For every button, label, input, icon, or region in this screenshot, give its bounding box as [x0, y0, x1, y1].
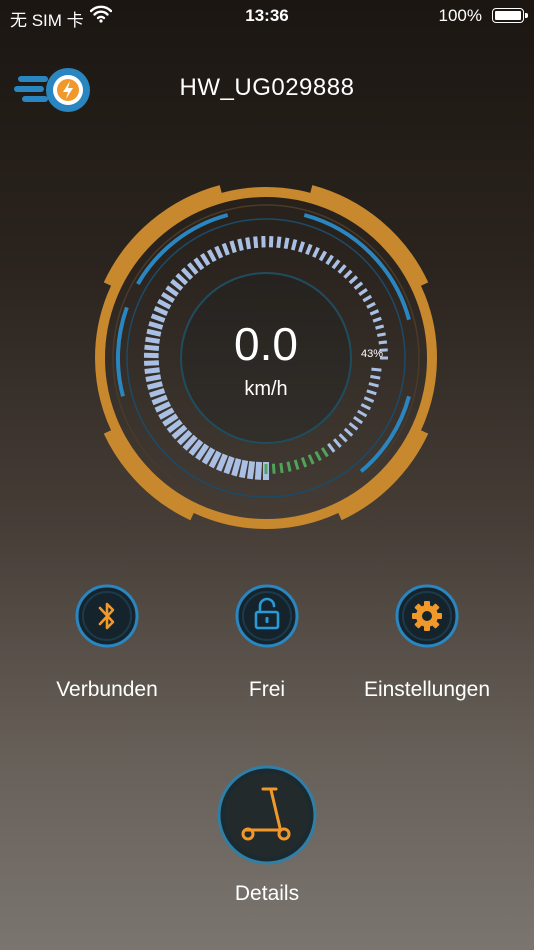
battery-segment — [332, 438, 342, 448]
speed-segment — [318, 250, 328, 262]
gear-icon[interactable] — [395, 584, 459, 648]
speed-segment — [331, 259, 341, 270]
speed-unit: km/h — [244, 378, 288, 400]
speed-segment — [231, 458, 242, 477]
speed-segment — [193, 257, 205, 271]
battery-segment — [338, 433, 348, 443]
speed-segment — [337, 264, 347, 274]
battery-segment — [353, 416, 364, 425]
details-label: Details — [234, 882, 300, 905]
speed-segment — [175, 272, 189, 286]
speed-segment — [165, 285, 179, 297]
speed-segment — [237, 238, 244, 251]
battery-percent: 100% — [438, 6, 482, 25]
battery-segment — [286, 461, 292, 472]
settings-button[interactable]: Einstellungen — [347, 584, 507, 702]
battery-segment — [360, 403, 371, 411]
speed-segment — [214, 245, 224, 259]
battery-segment — [320, 447, 329, 458]
speed-segment — [312, 246, 320, 258]
speed-segment — [239, 459, 249, 479]
speed-segment — [144, 367, 160, 375]
speed-segment — [245, 237, 252, 250]
battery-segment — [307, 454, 315, 465]
speed-segment — [268, 236, 274, 248]
speed-segment — [254, 461, 263, 480]
speed-segment — [154, 401, 172, 413]
speed-segment — [170, 278, 184, 291]
speed-segment — [353, 281, 364, 290]
battery-segment — [314, 450, 322, 462]
speed-segment — [207, 249, 217, 263]
speed-segment — [180, 267, 194, 280]
speed-segment — [223, 456, 235, 475]
battery-level-label: 43% — [361, 348, 384, 360]
settings-label: Einstellungen — [363, 678, 491, 701]
lock-label: Frei — [248, 678, 286, 701]
speed-segment — [216, 453, 228, 472]
status-bar: 无 SIM 卡 13:36 100% — [0, 0, 534, 32]
speed-segment — [305, 243, 313, 256]
speed-segment — [298, 241, 306, 253]
battery-icon — [492, 8, 528, 23]
speed-segment — [158, 407, 175, 420]
speed-segment — [229, 240, 237, 254]
speed-segment — [157, 298, 172, 310]
speed-segment — [153, 306, 169, 316]
battery-segment — [343, 427, 354, 437]
battery-segment — [300, 457, 308, 468]
speed-segment — [221, 242, 230, 256]
details-button[interactable]: Details — [187, 764, 347, 906]
bluetooth-icon[interactable] — [75, 584, 139, 648]
battery-segment — [279, 462, 284, 474]
scooter-icon[interactable] — [216, 764, 318, 866]
battery-segment — [357, 409, 368, 418]
battery-segment — [293, 459, 300, 470]
speed-segment — [283, 237, 290, 250]
device-name: HW_UG029888 — [179, 74, 355, 101]
speed-segment — [358, 287, 368, 297]
speed-segment — [246, 461, 256, 480]
battery-segment — [327, 442, 336, 453]
speed-value: 0.0 — [234, 318, 298, 370]
bluetooth-label: Verbunden — [56, 678, 158, 701]
speed-segment — [362, 294, 373, 303]
speed-segment — [253, 236, 259, 249]
bluetooth-button[interactable]: Verbunden — [27, 584, 187, 702]
speed-segment — [290, 239, 298, 251]
speed-segment — [348, 275, 359, 285]
battery-segment — [271, 463, 276, 474]
speed-segment — [160, 291, 175, 303]
speed-segment — [276, 236, 282, 249]
lock-button[interactable]: Frei — [187, 584, 347, 702]
speed-segment — [325, 254, 334, 266]
unlock-icon[interactable] — [235, 584, 299, 648]
speed-segment — [200, 253, 211, 266]
speed-segment — [369, 309, 380, 316]
battery-segment — [348, 422, 359, 431]
speed-segment — [366, 301, 376, 309]
speed-segment — [186, 262, 199, 275]
speed-segment — [343, 269, 353, 279]
